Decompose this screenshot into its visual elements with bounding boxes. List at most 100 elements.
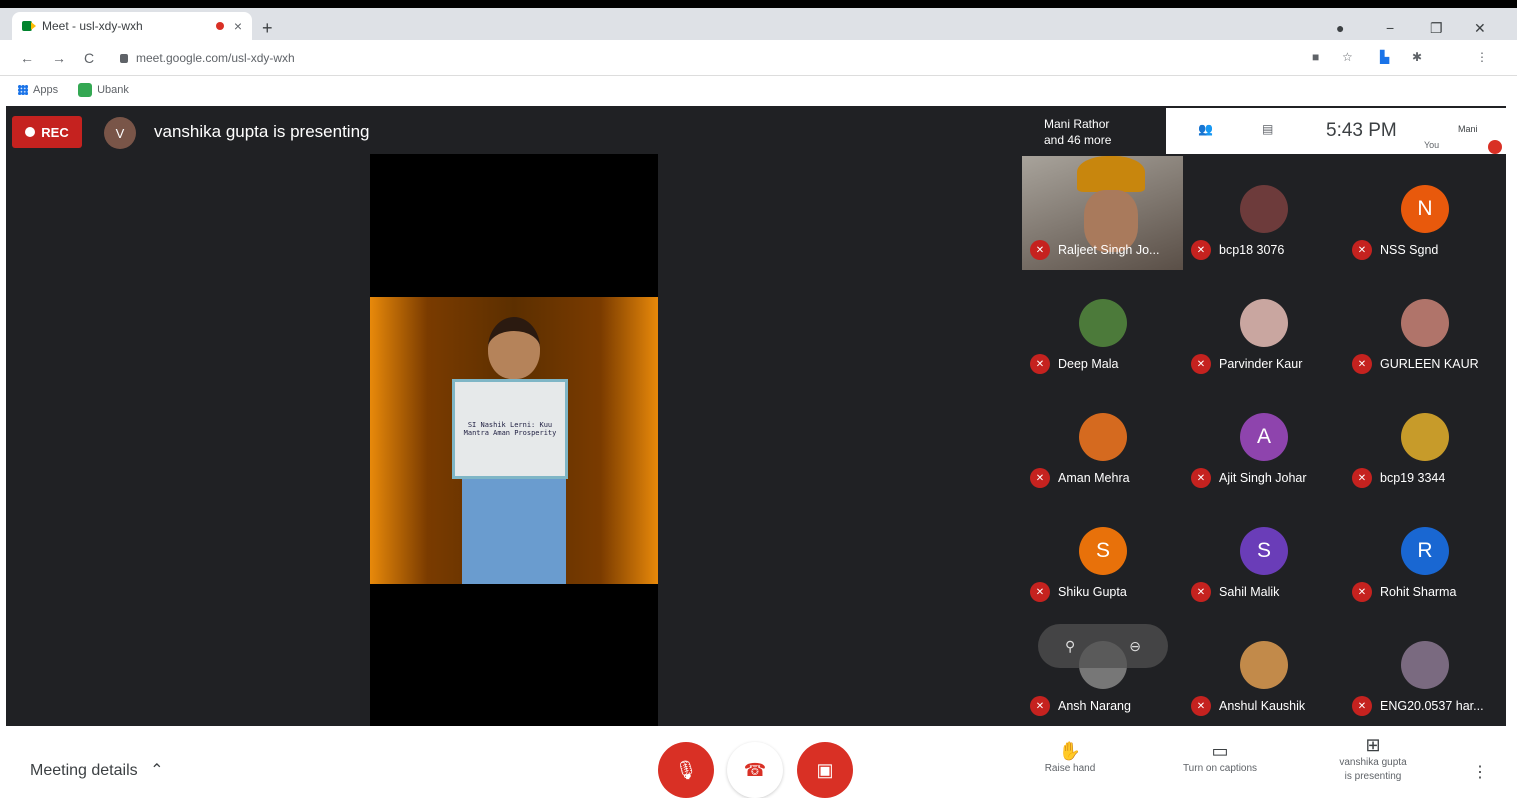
chevron-up-icon: ⌃ xyxy=(150,762,164,779)
muted-mic-icon: ✕ xyxy=(1191,582,1211,602)
self-name: Mani xyxy=(1458,124,1478,134)
participant-tile[interactable]: S ✕ Shiku Gupta xyxy=(1022,498,1183,612)
maximize-button[interactable]: ❐ xyxy=(1430,20,1443,37)
participant-avatar xyxy=(1401,641,1449,689)
present-label-line: vanshika gupta xyxy=(1339,757,1407,768)
browser-menu-icon[interactable]: ⋮ xyxy=(1476,50,1488,64)
participant-name: ENG20.0537 har... xyxy=(1380,699,1484,713)
apps-grid-icon xyxy=(18,85,28,95)
captions-button[interactable]: ▭ Turn on captions xyxy=(1160,741,1280,776)
new-tab-button[interactable]: + xyxy=(262,18,273,39)
star-icon[interactable]: ☆ xyxy=(1342,50,1353,64)
participant-name: Aman Mehra xyxy=(1058,471,1130,485)
ubank-icon xyxy=(78,83,93,97)
participant-avatar: A xyxy=(1240,413,1288,461)
shared-screen: SI Nashik Lerni: Kuu Mantra Aman Prosper… xyxy=(370,154,658,726)
camera-icon[interactable]: ■ xyxy=(1312,50,1319,64)
camera-toggle-button[interactable]: ▣ xyxy=(797,742,853,798)
recording-dot-icon xyxy=(215,22,224,30)
rec-label: REC xyxy=(41,124,69,140)
reload-button[interactable]: C xyxy=(84,50,94,66)
participant-avatar xyxy=(1240,299,1288,347)
mic-toggle-button[interactable]: 🎙 xyxy=(658,742,714,798)
present-button[interactable]: ⊞ vanshika gupta is presenting xyxy=(1318,736,1428,784)
tab-close-icon[interactable]: × xyxy=(234,18,242,34)
tab-title: Meet - usl-xdy-wxh xyxy=(42,19,143,33)
participant-tile[interactable]: ✕ bcp19 3344 xyxy=(1344,384,1505,498)
profile-icon[interactable]: ● xyxy=(1336,20,1344,36)
participant-tile[interactable]: ✕ Raljeet Singh Jo... xyxy=(1022,156,1183,270)
shared-photo: SI Nashik Lerni: Kuu Mantra Aman Prosper… xyxy=(370,297,658,584)
recording-badge: REC xyxy=(12,116,82,148)
muted-mic-icon: ✕ xyxy=(1352,468,1372,488)
leave-call-button[interactable]: ☎ xyxy=(727,742,783,798)
participant-name: Anshul Kaushik xyxy=(1219,699,1306,713)
puzzle-icon[interactable]: ✱ xyxy=(1412,50,1422,64)
muted-mic-icon: ✕ xyxy=(1191,696,1211,716)
muted-mic-icon: ✕ xyxy=(1352,240,1372,260)
lock-icon xyxy=(120,53,128,63)
pin-icon[interactable]: ⚲ xyxy=(1065,638,1075,655)
close-window-button[interactable]: ✕ xyxy=(1474,20,1486,37)
extension-icon[interactable]: ▙ xyxy=(1380,50,1389,64)
participant-avatar: S xyxy=(1240,527,1288,575)
captions-icon: ▭ xyxy=(1211,741,1229,761)
participant-name-row: ✕ Aman Mehra xyxy=(1030,468,1130,488)
remove-icon[interactable]: ⊖ xyxy=(1129,638,1141,655)
participant-tile[interactable]: ✕ Aman Mehra xyxy=(1022,384,1183,498)
more-options-icon[interactable]: ⋮ xyxy=(1472,762,1488,782)
summary-line: Mani Rathor xyxy=(1044,117,1110,131)
participant-avatar xyxy=(1401,299,1449,347)
chat-icon[interactable]: ▤ xyxy=(1262,122,1273,136)
tile-hover-controls[interactable]: ⚲ ⊖ xyxy=(1038,624,1168,668)
participant-avatar: R xyxy=(1401,527,1449,575)
control-bar: Meeting details ⌃ 🎙 ☎ ▣ ✋ Raise hand ▭ T… xyxy=(0,726,1517,798)
participant-avatar xyxy=(1079,299,1127,347)
participant-tile[interactable]: ✕ ENG20.0537 har... xyxy=(1344,612,1505,726)
bookmark-apps[interactable]: Apps xyxy=(18,84,58,96)
participant-name-row: ✕ Anshul Kaushik xyxy=(1191,696,1305,716)
participants-summary[interactable]: Mani Rathor and 46 more xyxy=(1000,108,1166,154)
participant-avatar: S xyxy=(1079,527,1127,575)
participant-name: Deep Mala xyxy=(1058,357,1119,371)
participant-avatar xyxy=(1079,413,1127,461)
participant-name-row: ✕ Raljeet Singh Jo... xyxy=(1030,240,1159,260)
participant-avatar xyxy=(1401,413,1449,461)
participant-tile[interactable]: ✕ Anshul Kaushik xyxy=(1183,612,1344,726)
participant-name-row: ✕ Rohit Sharma xyxy=(1352,582,1456,602)
window-top-edge xyxy=(0,0,1517,8)
muted-mic-icon: ✕ xyxy=(1191,240,1211,260)
participant-tile[interactable]: ✕ Deep Mala xyxy=(1022,270,1183,384)
muted-mic-icon: ✕ xyxy=(1030,354,1050,374)
participant-tile[interactable]: ✕ GURLEEN KAUR xyxy=(1344,270,1505,384)
meet-icon xyxy=(22,20,36,32)
participant-tile[interactable]: ✕ bcp18 3076 xyxy=(1183,156,1344,270)
minimize-button[interactable]: − xyxy=(1386,20,1394,36)
participant-name-row: ✕ ENG20.0537 har... xyxy=(1352,696,1484,716)
people-icon[interactable]: 👥 xyxy=(1198,122,1213,136)
tab-meet[interactable]: Meet - usl-xdy-wxh × xyxy=(12,12,252,40)
notification-badge xyxy=(1488,140,1502,154)
participant-tile[interactable]: R ✕ Rohit Sharma xyxy=(1344,498,1505,612)
url-field[interactable]: meet.google.com/usl-xdy-wxh xyxy=(120,47,1300,69)
participant-tile[interactable]: ⚲ ⊖ ✕ Ansh Narang xyxy=(1022,612,1183,726)
muted-mic-icon: ✕ xyxy=(1191,468,1211,488)
forward-button[interactable]: → xyxy=(52,50,66,66)
participant-name-row: ✕ NSS Sgnd xyxy=(1352,240,1438,260)
participant-tile[interactable]: ✕ Parvinder Kaur xyxy=(1183,270,1344,384)
meeting-details-button[interactable]: Meeting details ⌃ xyxy=(30,760,163,780)
bookmark-ubank[interactable]: Ubank xyxy=(78,83,129,97)
tab-strip: Meet - usl-xdy-wxh × + ● − ❐ ✕ xyxy=(0,8,1517,40)
participant-name: Shiku Gupta xyxy=(1058,585,1127,599)
participant-tile[interactable]: N ✕ NSS Sgnd xyxy=(1344,156,1505,270)
participant-tile[interactable]: A ✕ Ajit Singh Johar xyxy=(1183,384,1344,498)
bookmarks-bar: Apps Ubank xyxy=(0,76,1517,104)
person-head xyxy=(488,317,540,379)
raise-hand-button[interactable]: ✋ Raise hand xyxy=(1034,742,1106,776)
participant-name: Raljeet Singh Jo... xyxy=(1058,243,1160,257)
participant-name: bcp19 3344 xyxy=(1380,471,1446,485)
mic-off-icon: 🎙 xyxy=(674,759,698,780)
back-button[interactable]: ← xyxy=(20,50,34,66)
participant-tile[interactable]: S ✕ Sahil Malik xyxy=(1183,498,1344,612)
muted-mic-icon: ✕ xyxy=(1352,354,1372,374)
